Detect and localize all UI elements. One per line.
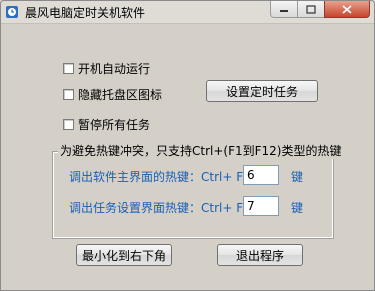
maximize-icon [306,4,316,14]
app-icon [6,6,18,18]
minimize-icon [280,10,288,12]
autostart-checkbox[interactable] [63,62,74,74]
autostart-option[interactable]: 开机自动运行 [63,60,150,76]
set-task-button[interactable]: 设置定时任务 [206,80,318,102]
main-hotkey-suffix: 键 [291,170,304,184]
task-hotkey-input[interactable] [243,196,279,216]
hotkey-group-caption: 为避免热键冲突，只支持Ctrl+(F1到F12)类型的热键 [58,142,344,159]
autostart-label: 开机自动运行 [78,61,151,76]
pause-all-label: 暂停所有任务 [78,117,151,132]
pause-all-option[interactable]: 暂停所有任务 [63,116,150,132]
maximize-button[interactable] [297,1,325,18]
close-button[interactable] [324,1,370,18]
hide-tray-checkbox[interactable] [63,88,74,100]
hide-tray-label: 隐藏托盘区图标 [78,87,163,102]
minimize-button[interactable] [270,1,298,18]
main-hotkey-label: 调出软件主界面的热键：Ctrl+ F [69,170,244,184]
close-icon [342,4,352,14]
task-hotkey-label: 调出任务设置界面热键：Ctrl+ F [69,201,244,215]
hide-tray-option[interactable]: 隐藏托盘区图标 [63,86,162,102]
minimize-to-corner-button[interactable]: 最小化到右下角 [76,244,172,266]
title-bar[interactable]: 晨风电脑定时关机软件 [1,1,374,24]
app-window: 晨风电脑定时关机软件 开机自动运行 隐藏托盘区图标 暂停所有任务 设置定时任务 … [0,0,375,291]
task-hotkey-suffix: 键 [291,201,304,215]
exit-button[interactable]: 退出程序 [217,244,303,266]
pause-all-checkbox[interactable] [63,118,74,130]
window-title: 晨风电脑定时关机软件 [25,6,146,20]
main-panel: 开机自动运行 隐藏托盘区图标 暂停所有任务 设置定时任务 为避免热键冲突，只支持… [9,30,366,282]
main-hotkey-input[interactable] [243,165,279,185]
hotkey-group [52,151,334,239]
